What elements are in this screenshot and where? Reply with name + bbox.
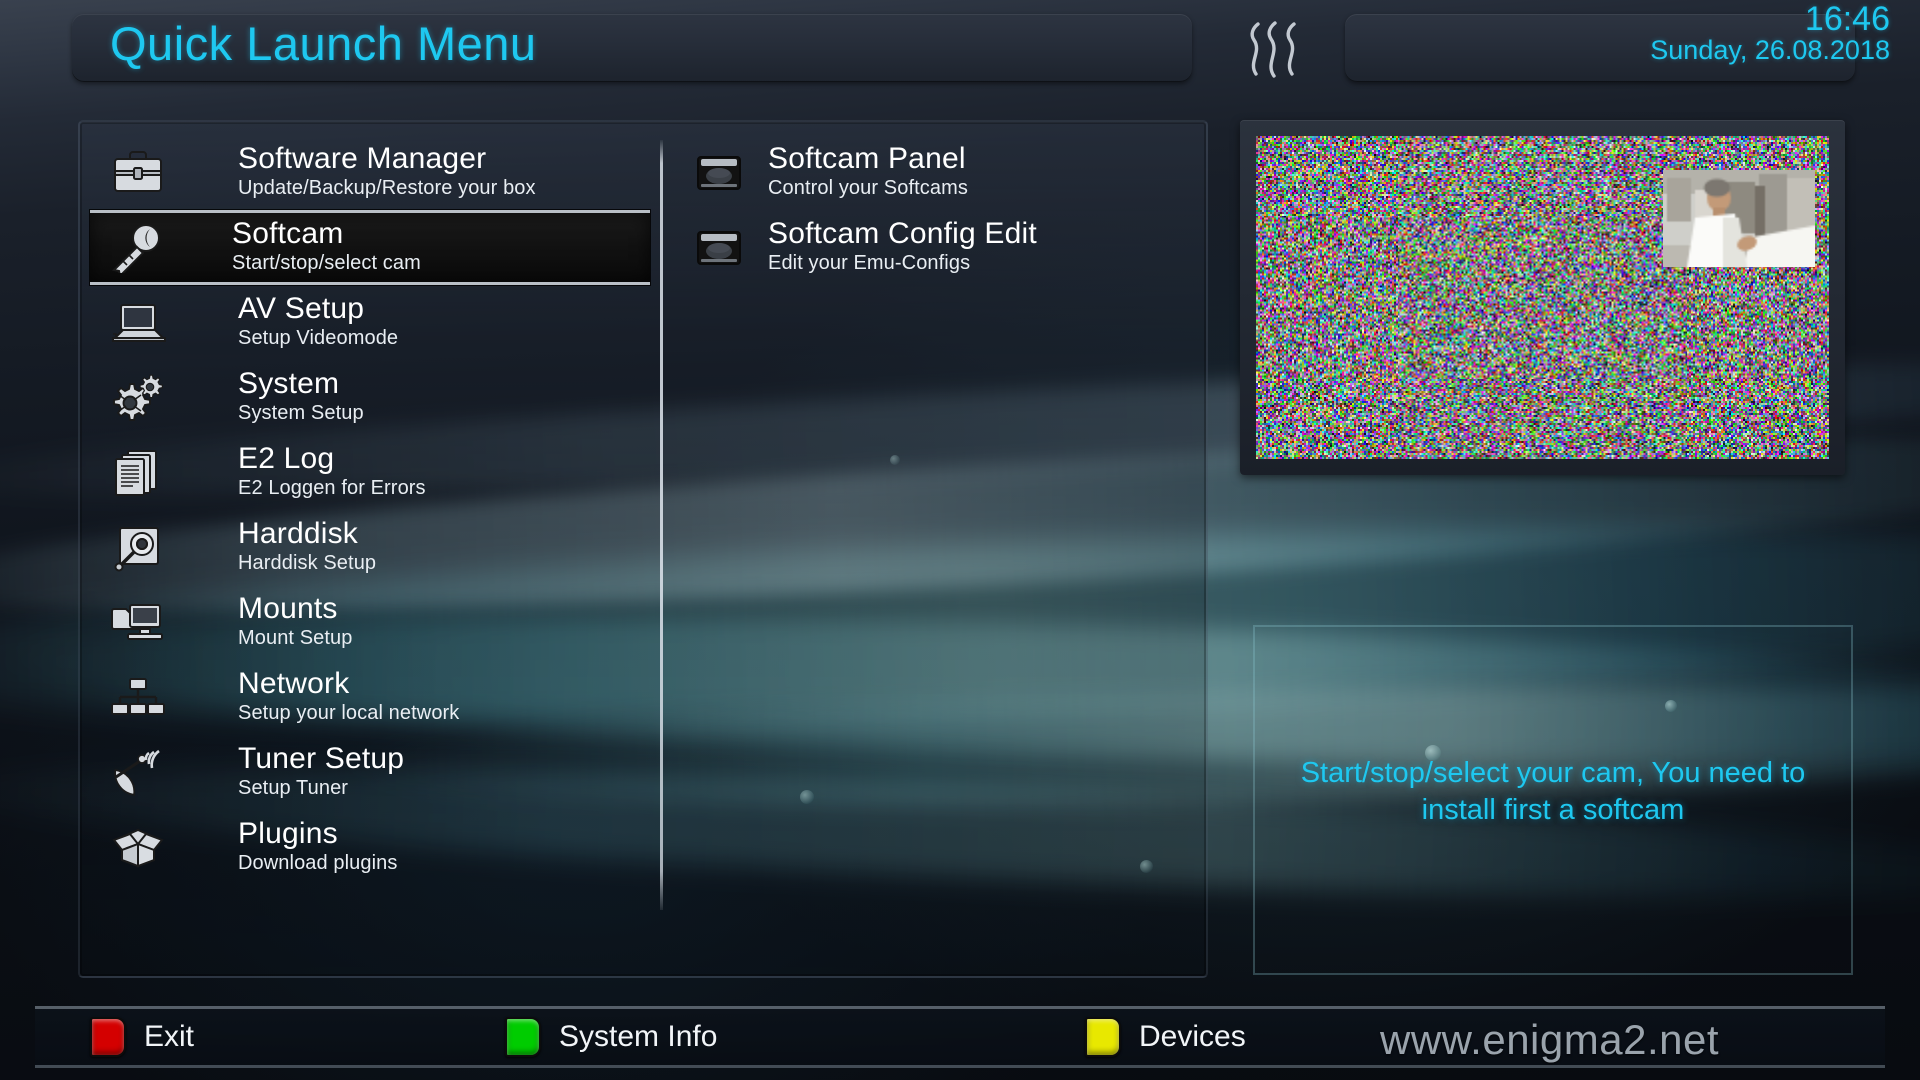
red-button-label: Exit: [144, 1020, 194, 1054]
clock-date: Sunday, 26.08.2018: [1650, 36, 1890, 64]
menu-item-subtitle: Setup your local network: [238, 701, 459, 726]
menu-item-subtitle: Harddisk Setup: [238, 551, 376, 576]
menu-item-mounts[interactable]: Mounts Mount Setup: [96, 585, 656, 660]
menu-item-system[interactable]: System System Setup: [96, 360, 656, 435]
menu-item-title: Harddisk: [238, 519, 376, 550]
mounts-icon: [102, 594, 174, 652]
quick-launch-menu-list[interactable]: Software Manager Update/Backup/Restore y…: [96, 135, 656, 885]
menu-item-subtitle: Setup Tuner: [238, 776, 404, 801]
video-preview-screen[interactable]: [1256, 136, 1829, 459]
menu-item-subtitle: System Setup: [238, 401, 364, 426]
menu-item-tuner-setup[interactable]: Tuner Setup Setup Tuner: [96, 735, 656, 810]
color-button-bar: Exit System Info Devices www.enigma2.net: [35, 1006, 1885, 1068]
network-icon: [102, 669, 174, 727]
menu-item-title: AV Setup: [238, 294, 398, 325]
open-box-icon: [102, 819, 174, 877]
oval-button-icon: [688, 219, 750, 277]
menu-item-e2-log[interactable]: E2 Log E2 Loggen for Errors: [96, 435, 656, 510]
harddisk-icon: [102, 519, 174, 577]
video-preview-frame: [1240, 120, 1845, 475]
system-info-button[interactable]: System Info: [505, 1017, 717, 1057]
menu-item-software-manager[interactable]: Software Manager Update/Backup/Restore y…: [96, 135, 656, 210]
menu-item-subtitle: Download plugins: [238, 851, 397, 876]
menu-item-subtitle: E2 Loggen for Errors: [238, 476, 426, 501]
briefcase-icon: [102, 144, 174, 202]
documents-icon: [102, 444, 174, 502]
page-title: Quick Launch Menu: [110, 16, 537, 71]
column-divider: [660, 140, 663, 910]
menu-item-network[interactable]: Network Setup your local network: [96, 660, 656, 735]
softcam-submenu-list[interactable]: Softcam Panel Control your Softcams Soft…: [682, 135, 1192, 285]
oval-button-icon: [688, 144, 750, 202]
menu-item-title: E2 Log: [238, 444, 426, 475]
menu-item-title: Mounts: [238, 594, 353, 625]
exit-button[interactable]: Exit: [90, 1017, 194, 1057]
menu-item-plugins[interactable]: Plugins Download plugins: [96, 810, 656, 885]
submenu-item-subtitle: Edit your Emu-Configs: [768, 251, 1037, 276]
menu-item-subtitle: Mount Setup: [238, 626, 353, 651]
menu-item-harddisk[interactable]: Harddisk Harddisk Setup: [96, 510, 656, 585]
yellow-key-icon: [1085, 1017, 1121, 1057]
key-icon: [102, 219, 174, 277]
clock-time: 16:46: [1805, 2, 1890, 38]
laptop-icon: [102, 294, 174, 352]
description-text: Start/stop/select your cam, You need to …: [1255, 755, 1851, 829]
gears-icon: [102, 369, 174, 427]
submenu-item-title: Softcam Panel: [768, 144, 968, 175]
devices-button[interactable]: Devices: [1085, 1017, 1246, 1057]
enigma2-screen: Quick Launch Menu 16:46 Sunday, 26.08.20…: [0, 0, 1920, 1080]
menu-item-subtitle: Update/Backup/Restore your box: [238, 176, 536, 201]
green-key-icon: [505, 1017, 541, 1057]
description-box: Start/stop/select your cam, You need to …: [1253, 625, 1853, 975]
yellow-button-label: Devices: [1139, 1020, 1246, 1054]
submenu-item-softcam-config-edit[interactable]: Softcam Config Edit Edit your Emu-Config…: [682, 210, 1192, 285]
menu-item-title: Softcam: [232, 219, 421, 250]
submenu-item-subtitle: Control your Softcams: [768, 176, 968, 201]
menu-item-title: Network: [238, 669, 459, 700]
green-button-label: System Info: [559, 1020, 717, 1054]
menu-item-softcam[interactable]: Softcam Start/stop/select cam: [90, 210, 650, 285]
menu-item-title: Tuner Setup: [238, 744, 404, 775]
satellite-icon: [102, 744, 174, 802]
menu-item-title: Software Manager: [238, 144, 536, 175]
red-key-icon: [90, 1017, 126, 1057]
submenu-item-title: Softcam Config Edit: [768, 219, 1037, 250]
menu-item-subtitle: Setup Videomode: [238, 326, 398, 351]
menu-item-av-setup[interactable]: AV Setup Setup Videomode: [96, 285, 656, 360]
menu-item-title: System: [238, 369, 364, 400]
header-bar: Quick Launch Menu 16:46 Sunday, 26.08.20…: [0, 0, 1920, 95]
menu-item-title: Plugins: [238, 819, 397, 850]
menu-item-subtitle: Start/stop/select cam: [232, 251, 421, 276]
submenu-item-softcam-panel[interactable]: Softcam Panel Control your Softcams: [682, 135, 1192, 210]
site-watermark: www.enigma2.net: [1380, 1016, 1719, 1064]
steam-waves-icon: [1240, 18, 1310, 80]
picture-in-picture-video: [1663, 170, 1815, 267]
